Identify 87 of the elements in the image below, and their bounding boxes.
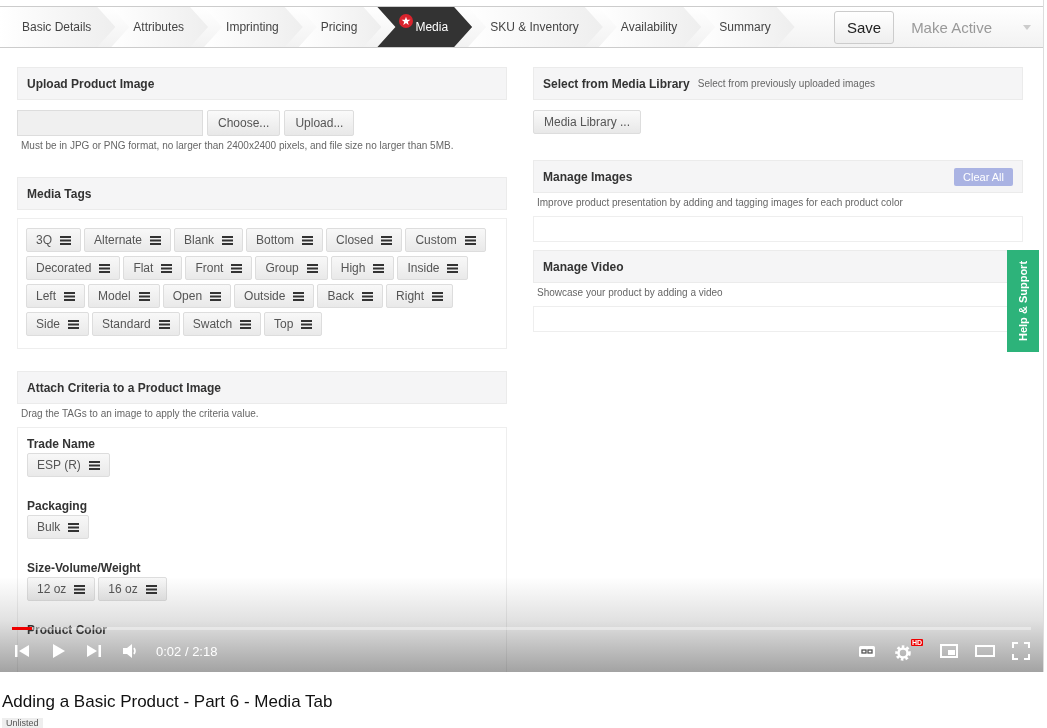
- panel-title: Attach Criteria to a Product Image: [27, 380, 222, 395]
- media-tag[interactable]: Swatch: [182, 312, 262, 336]
- menu-icon: [381, 235, 393, 245]
- media-tag[interactable]: Inside: [397, 256, 469, 280]
- video-title: Adding a Basic Product - Part 6 - Media Tab: [2, 692, 334, 712]
- menu-icon: [464, 235, 476, 245]
- criteria-tag[interactable]: 12 oz: [27, 577, 96, 601]
- menu-icon: [99, 263, 111, 273]
- save-button[interactable]: Save: [833, 10, 895, 44]
- menu-icon: [138, 291, 150, 301]
- media-tag[interactable]: Front: [185, 256, 253, 280]
- panel-title: Upload Product Image: [27, 76, 155, 91]
- menu-icon: [447, 263, 459, 273]
- media-tag[interactable]: Custom: [405, 228, 486, 252]
- media-tag[interactable]: Back: [317, 284, 384, 308]
- upload-button[interactable]: Upload...: [284, 110, 355, 136]
- menu-icon: [306, 263, 318, 273]
- panel-title: Manage Video: [543, 259, 624, 274]
- media-tag[interactable]: Open: [162, 284, 232, 308]
- file-path-field[interactable]: [17, 110, 203, 136]
- media-tag[interactable]: Group: [255, 256, 328, 280]
- media-tag[interactable]: Left: [26, 284, 85, 308]
- wizard-step[interactable]: Imprinting: [204, 7, 303, 47]
- media-tag[interactable]: Side: [26, 312, 90, 336]
- hint-text: Must be in JPG or PNG format, no larger than 2400x2400 pixels, and file size no larger than 5MB.: [21, 140, 455, 151]
- media-tag[interactable]: Closed: [326, 228, 403, 252]
- criteria-tag[interactable]: 16 oz: [98, 577, 167, 601]
- wizard-step[interactable]: Summary: [697, 7, 795, 47]
- media-tag[interactable]: Model: [88, 284, 160, 308]
- description-text: Improve product presentation by adding and tagging images for each product color: [537, 197, 904, 208]
- wizard-step[interactable]: Pricing: [298, 7, 382, 47]
- media-tag[interactable]: Top: [264, 312, 323, 336]
- media-tag[interactable]: Outside: [234, 284, 315, 308]
- menu-icon: [74, 584, 86, 594]
- time-display: 0:02 / 2:18: [156, 643, 218, 659]
- menu-icon: [68, 319, 80, 329]
- menu-icon: [362, 291, 374, 301]
- wizard-step[interactable]: Availability: [598, 7, 702, 47]
- menu-icon: [302, 235, 314, 245]
- criteria-tag[interactable]: Bulk: [27, 515, 90, 539]
- media-tag[interactable]: Decorated: [26, 256, 121, 280]
- menu-icon: [161, 263, 173, 273]
- miniplayer-icon[interactable]: [939, 641, 959, 661]
- menu-icon: [60, 235, 71, 245]
- menu-icon: [373, 263, 385, 273]
- menu-icon: [301, 319, 313, 329]
- menu-icon: [68, 522, 80, 532]
- menu-icon: [240, 319, 252, 329]
- criteria-label: Packaging: [27, 499, 89, 513]
- description-text: Showcase your product by adding a video: [537, 287, 724, 298]
- panel-subtitle: Select from previously uploaded images: [697, 78, 876, 89]
- media-tag[interactable]: Alternate: [84, 228, 172, 252]
- criteria-label: Trade Name: [27, 437, 97, 451]
- settings-icon: [893, 643, 913, 663]
- criteria-label: Product Color: [27, 623, 108, 637]
- caret-icon[interactable]: [1023, 24, 1031, 30]
- media-tag[interactable]: Flat: [123, 256, 183, 280]
- wizard-step[interactable]: Attributes: [111, 7, 209, 47]
- wizard-step[interactable]: Basic Details: [0, 7, 116, 47]
- fullscreen-icon[interactable]: [1011, 641, 1031, 661]
- visibility-badge: Unlisted: [2, 718, 43, 728]
- menu-icon: [158, 319, 170, 329]
- upload-button[interactable]: Choose...: [207, 110, 281, 136]
- media-tag[interactable]: Right: [386, 284, 454, 308]
- panel-title: Media Tags: [27, 186, 92, 201]
- panel-title: Select from Media Library: [543, 76, 690, 91]
- menu-icon: [293, 291, 305, 301]
- menu-icon: [88, 460, 100, 470]
- menu-icon: [231, 263, 243, 273]
- media-tag[interactable]: High: [330, 256, 395, 280]
- criteria-label: Size-Volume/Weight: [27, 561, 142, 575]
- menu-icon: [145, 584, 157, 594]
- media-tag[interactable]: Bottom: [246, 228, 324, 252]
- media-tag[interactable]: Blank: [174, 228, 244, 252]
- wizard-step[interactable]: Media: [377, 7, 473, 47]
- panel-title: Manage Images: [543, 169, 633, 184]
- hint-text: Drag the TAGs to an image to apply the criteria value.: [21, 408, 260, 419]
- menu-icon: [432, 291, 444, 301]
- media-library-button[interactable]: Media Library ...: [533, 110, 642, 134]
- menu-icon: [210, 291, 222, 301]
- criteria-tag[interactable]: ESP (R): [27, 453, 110, 477]
- menu-icon: [150, 235, 162, 245]
- menu-icon: [64, 291, 75, 301]
- wizard-step[interactable]: SKU & Inventory: [468, 7, 603, 47]
- media-tag[interactable]: Standard: [92, 312, 180, 336]
- menu-icon: [222, 235, 234, 245]
- media-tag[interactable]: 3Q: [26, 228, 81, 252]
